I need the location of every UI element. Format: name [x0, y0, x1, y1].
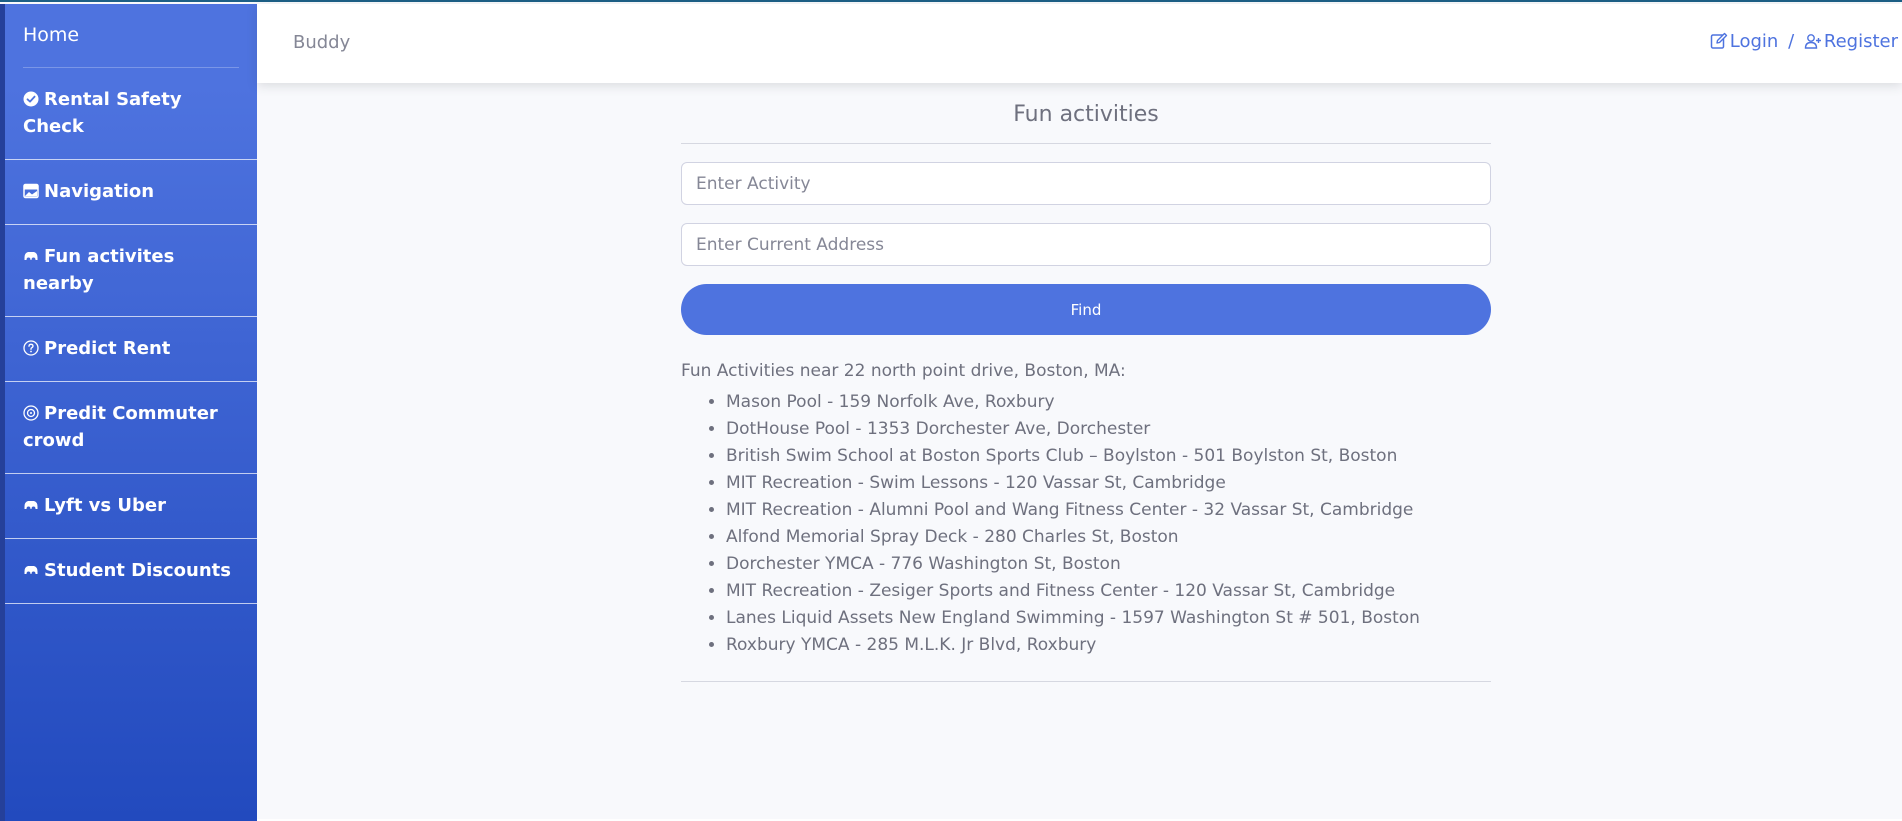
sidebar-item-label: Lyft vs Uber	[44, 495, 166, 516]
brand-title: Buddy	[293, 32, 351, 53]
sidebar-item-home[interactable]: Home	[5, 4, 257, 68]
sidebar-item-predict-rent[interactable]: Predict Rent	[5, 317, 257, 382]
list-item: MIT Recreation - Alumni Pool and Wang Fi…	[726, 497, 1491, 524]
sidebar-item-label: Home	[23, 24, 80, 46]
list-item: Dorchester YMCA - 776 Washington St, Bos…	[726, 551, 1491, 578]
sidebar-item-lyft-vs-uber[interactable]: Lyft vs Uber	[5, 474, 257, 539]
sidebar-item-label: Predit Commuter crowd	[23, 403, 218, 451]
list-item: DotHouse Pool - 1353 Dorchester Ave, Dor…	[726, 416, 1491, 443]
list-item: MIT Recreation - Swim Lessons - 120 Vass…	[726, 470, 1491, 497]
edit-icon	[1710, 32, 1728, 50]
sidebar-item-label: Navigation	[44, 181, 155, 202]
bullseye-icon	[23, 405, 39, 421]
page-title: Fun activities	[681, 102, 1491, 144]
find-button[interactable]: Find	[681, 284, 1491, 335]
results-heading: Fun Activities near 22 north point drive…	[681, 361, 1126, 381]
sidebar: Home Rental Safety Check Navigation Fun …	[0, 4, 257, 821]
register-link[interactable]: Register	[1804, 31, 1898, 52]
sidebar-item-label: Fun activites nearby	[23, 246, 175, 294]
register-label: Register	[1823, 31, 1898, 52]
car-icon	[23, 497, 39, 513]
main-content: Fun activities Find Fun Activities near …	[681, 102, 1491, 682]
list-item: Alfond Memorial Spray Deck - 280 Charles…	[726, 524, 1491, 551]
sidebar-item-predict-commuter-crowd[interactable]: Predit Commuter crowd	[5, 382, 257, 474]
address-input[interactable]	[681, 223, 1491, 266]
topbar: Buddy Login / Register	[257, 4, 1902, 83]
user-plus-icon	[1804, 32, 1822, 50]
list-item: British Swim School at Boston Sports Clu…	[726, 443, 1491, 470]
list-item: Roxbury YMCA - 285 M.L.K. Jr Blvd, Roxbu…	[726, 632, 1491, 659]
results-list: Mason Pool - 159 Norfolk Ave, Roxbury Do…	[681, 389, 1491, 659]
divider	[681, 681, 1491, 682]
sidebar-item-rental-safety-check[interactable]: Rental Safety Check	[5, 68, 257, 160]
image-icon	[23, 183, 39, 199]
sidebar-item-student-discounts[interactable]: Student Discounts	[5, 539, 257, 604]
auth-links: Login / Register	[1710, 31, 1898, 52]
list-item: MIT Recreation - Zesiger Sports and Fitn…	[726, 578, 1491, 605]
app-window: Home Rental Safety Check Navigation Fun …	[0, 0, 1902, 821]
activity-input[interactable]	[681, 162, 1491, 205]
sidebar-item-label: Rental Safety Check	[23, 89, 182, 137]
list-item: Lanes Liquid Assets New England Swimming…	[726, 605, 1491, 632]
list-item: Mason Pool - 159 Norfolk Ave, Roxbury	[726, 389, 1491, 416]
sidebar-item-fun-activities[interactable]: Fun activites nearby	[5, 225, 257, 317]
sidebar-item-label: Predict Rent	[44, 338, 171, 359]
sidebar-item-navigation[interactable]: Navigation	[5, 160, 257, 225]
auth-separator: /	[1788, 31, 1795, 52]
sidebar-item-label: Student Discounts	[44, 560, 231, 581]
login-label: Login	[1729, 31, 1779, 52]
check-circle-icon	[23, 91, 39, 107]
car-icon	[23, 562, 39, 578]
car-icon	[23, 248, 39, 264]
login-link[interactable]: Login	[1710, 31, 1779, 52]
question-circle-icon	[23, 340, 39, 356]
